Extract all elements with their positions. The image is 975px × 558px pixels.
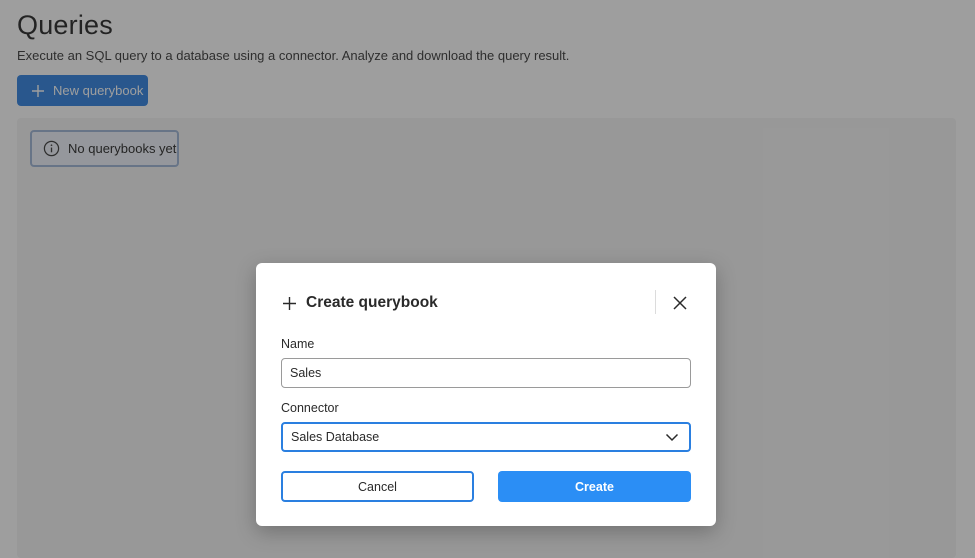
header-divider [655,290,656,314]
connector-selected-value: Sales Database [291,430,380,444]
create-querybook-dialog: Create querybook Name Connector Sales Da… [256,263,716,526]
chevron-down-icon [665,433,679,442]
dialog-title: Create querybook [306,294,438,311]
dialog-header: Create querybook [282,291,690,315]
plus-icon [283,296,296,310]
connector-field-label: Connector [281,401,339,415]
close-dialog-button[interactable] [670,293,690,313]
name-input[interactable] [281,358,691,388]
cancel-button[interactable]: Cancel [281,471,474,502]
close-icon [673,296,687,310]
create-button[interactable]: Create [498,471,691,502]
name-field-label: Name [281,337,315,351]
connector-select[interactable]: Sales Database [281,422,691,452]
